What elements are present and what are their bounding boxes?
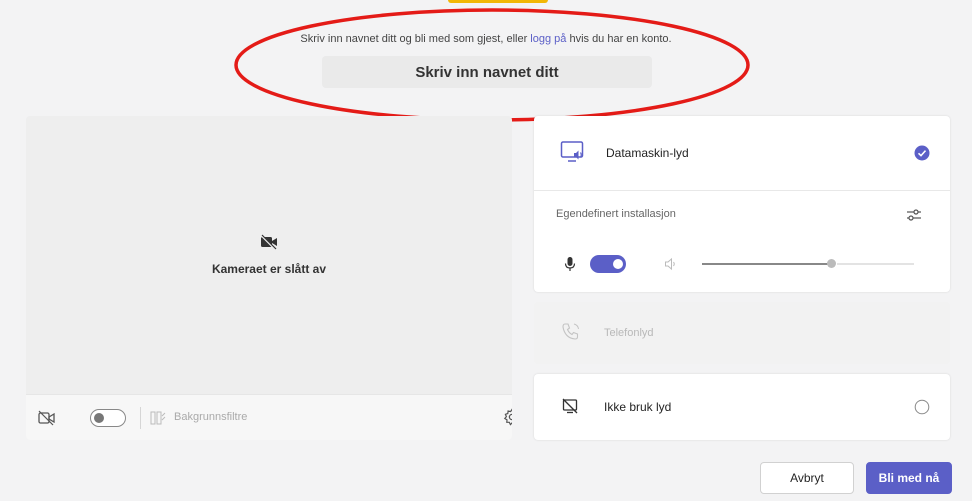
speaker-volume-track-rest <box>837 263 914 265</box>
camera-toggle-knob <box>94 412 104 423</box>
microphone-toggle[interactable] <box>590 255 626 273</box>
camera-off-icon <box>260 234 277 251</box>
speaker-volume-slider[interactable] <box>827 259 837 268</box>
speaker-icon <box>665 257 675 271</box>
login-link[interactable]: logg på <box>530 33 566 45</box>
intro-text-after: hvis du har en konto. <box>566 33 672 45</box>
no-audio-label: Ikke bruk lyd <box>604 400 672 414</box>
microphone-icon <box>564 257 576 271</box>
computer-audio-card: Datamaskin-lyd Egendefinert installasjon <box>534 116 950 292</box>
phone-audio-label: Telefonlyd <box>604 327 654 339</box>
audio-settings-sliders-icon[interactable] <box>906 207 922 223</box>
background-filters-button[interactable]: Bakgrunnsfiltre <box>174 411 247 423</box>
no-audio-icon <box>562 398 578 414</box>
intro-text-before: Skriv inn navnet ditt og bli med som gje… <box>300 33 531 45</box>
camera-icon <box>38 410 55 426</box>
computer-audio-icon <box>560 141 584 162</box>
custom-setup-label: Egendefinert installasjon <box>556 208 676 220</box>
computer-audio-option[interactable]: Datamaskin-lyd <box>534 116 950 191</box>
top-accent-bar <box>448 0 548 3</box>
toolbar-divider <box>140 407 141 429</box>
background-filters-icon <box>150 411 166 425</box>
unselected-radio-icon <box>914 399 930 415</box>
speaker-volume-track <box>702 263 830 265</box>
selected-check-icon <box>914 145 930 161</box>
camera-toggle[interactable] <box>90 409 126 427</box>
microphone-toggle-knob <box>613 259 623 269</box>
device-settings-icon[interactable] <box>503 408 512 426</box>
video-toolbar: Bakgrunnsfiltre <box>26 394 512 440</box>
camera-preview-area: Kameraet er slått av <box>26 116 512 394</box>
video-preview-panel: Kameraet er slått av Bakgrunnsfiltre <box>26 116 512 440</box>
guest-intro-text: Skriv inn navnet ditt og bli med som gje… <box>0 33 972 45</box>
join-now-button[interactable]: Bli med nå <box>866 462 952 494</box>
no-audio-option[interactable]: Ikke bruk lyd <box>534 374 950 440</box>
name-input[interactable] <box>322 56 652 88</box>
phone-audio-icon <box>562 323 579 340</box>
computer-audio-label: Datamaskin-lyd <box>606 146 689 160</box>
phone-audio-option: Telefonlyd <box>534 302 950 364</box>
cancel-button[interactable]: Avbryt <box>760 462 854 494</box>
camera-off-label: Kameraet er slått av <box>211 262 327 276</box>
